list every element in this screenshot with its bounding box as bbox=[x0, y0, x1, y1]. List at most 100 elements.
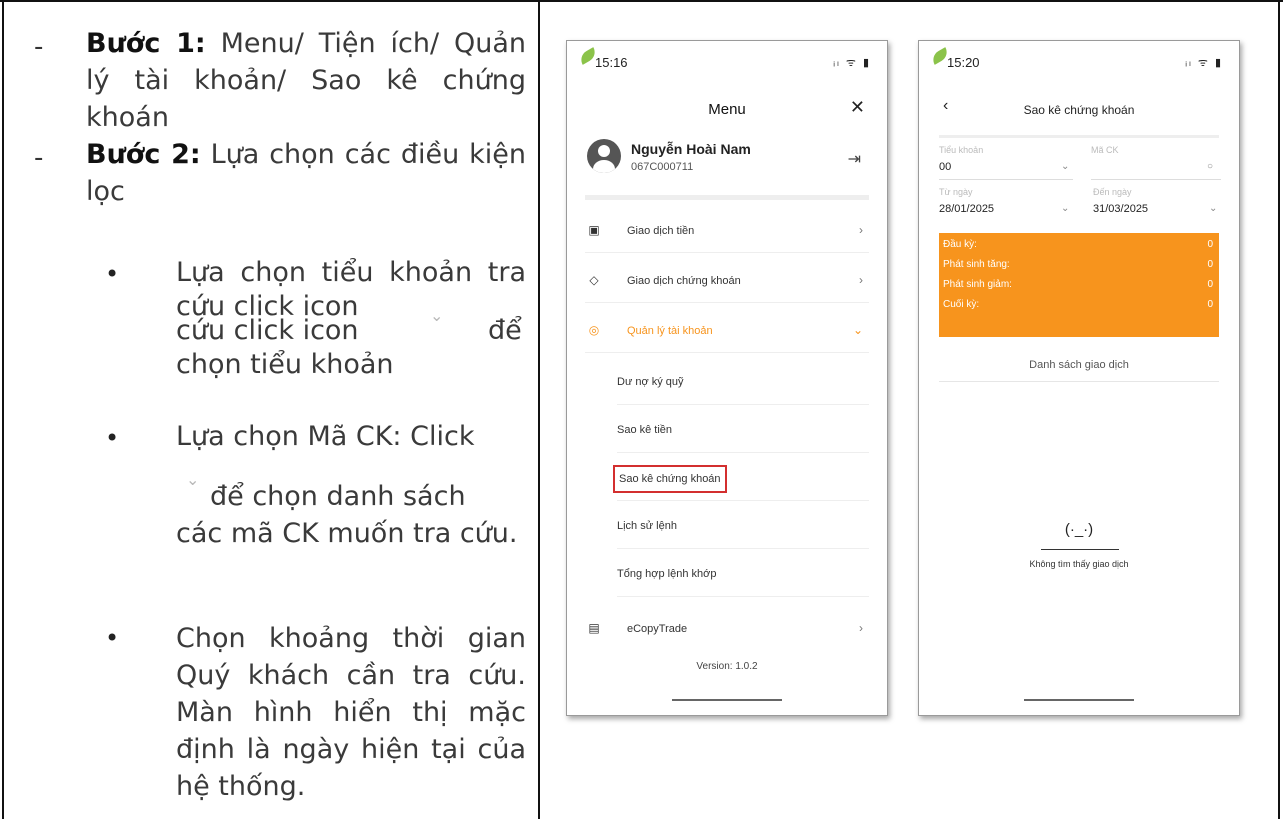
sub-account-label: Tiểu khoản bbox=[939, 145, 984, 155]
summary-value: 0 bbox=[1207, 279, 1213, 290]
screen-title: Sao kê chứng khoán bbox=[1023, 103, 1135, 117]
step-2-label: Bước 2: bbox=[86, 139, 201, 170]
step-2: Bước 2: Lựa chọn các điều kiện lọc bbox=[86, 136, 526, 210]
transaction-list-title: Danh sách giao dịch bbox=[1029, 359, 1129, 371]
instruction-column: - Bước 1: Menu/ Tiện ích/ Quản lý tài kh… bbox=[2, 2, 538, 819]
list-separator bbox=[939, 381, 1219, 382]
summary-value: 0 bbox=[1207, 299, 1213, 310]
symbol-label: Mã CK bbox=[1091, 145, 1119, 155]
menu-item-label: Giao dịch chứng khoán bbox=[627, 275, 741, 287]
bullet-dot: • bbox=[105, 624, 120, 652]
menu-item-giao-dich-tien[interactable]: ▣ Giao dịch tiền › bbox=[585, 209, 869, 253]
step-1-label: Bước 1: bbox=[86, 28, 206, 59]
close-icon[interactable]: ✕ bbox=[850, 97, 865, 118]
summary-value: 0 bbox=[1207, 239, 1213, 250]
signal-wifi-battery-icon: ᵢₗ ᯤ ▮ bbox=[833, 57, 871, 69]
sub-account-value[interactable]: 00 bbox=[939, 161, 951, 173]
symbol-underline bbox=[1091, 179, 1221, 180]
submenu-item-label-highlighted: Sao kê chứng khoán bbox=[613, 465, 727, 493]
bullet-dot: • bbox=[105, 424, 120, 452]
chevron-down-icon[interactable]: ⌄ bbox=[1209, 203, 1217, 214]
sub-account-underline bbox=[939, 179, 1073, 180]
menu-item-quan-ly-tai-khoan[interactable]: ◎ Quản lý tài khoản ⌄ bbox=[585, 309, 869, 353]
from-date-value[interactable]: 28/01/2025 bbox=[939, 203, 994, 215]
bullet-1-de: để bbox=[488, 315, 522, 346]
from-date-label: Từ ngày bbox=[939, 187, 973, 197]
signal-wifi-battery-icon: ᵢₗ ᯤ ▮ bbox=[1185, 57, 1223, 69]
menu-item-label: Quản lý tài khoản bbox=[627, 325, 713, 337]
app-version: Version: 1.0.2 bbox=[696, 661, 758, 672]
table-right-border bbox=[1278, 0, 1280, 819]
header-separator bbox=[939, 135, 1219, 138]
bullet-2-before: Lựa chọn Mã CK: Click bbox=[176, 421, 475, 452]
chevron-down-icon: ⌄ bbox=[430, 306, 444, 325]
bullet-2-after: để chọn danh sách bbox=[210, 478, 530, 515]
account-icon: ◎ bbox=[588, 323, 600, 337]
summary-label: Phát sinh tăng: bbox=[943, 259, 1010, 270]
submenu-item-sao-ke-tien[interactable]: Sao kê tiền bbox=[617, 407, 869, 453]
submenu-item-label: Lịch sử lệnh bbox=[617, 520, 677, 532]
summary-label: Phát sinh giảm: bbox=[943, 279, 1012, 290]
avatar-icon bbox=[587, 139, 621, 173]
bullet-1-cuu: cứu click icon bbox=[176, 315, 359, 346]
to-date-label: Đến ngày bbox=[1093, 187, 1132, 197]
table-middle-border bbox=[538, 0, 540, 819]
step-1: Bước 1: Menu/ Tiện ích/ Quản lý tài khoả… bbox=[86, 25, 526, 136]
summary-label: Cuối kỳ: bbox=[943, 299, 980, 310]
menu-item-giao-dich-chung-khoan[interactable]: ◇ Giao dịch chứng khoán › bbox=[585, 259, 869, 303]
menu-item-label: eCopyTrade bbox=[627, 623, 688, 635]
bullet-1-text-cont: cứu click icon bbox=[176, 314, 526, 348]
user-name: Nguyễn Hoài Nam bbox=[631, 141, 751, 157]
status-time: 15:20 bbox=[947, 55, 980, 70]
dash-marker: - bbox=[34, 143, 44, 173]
bullet-1-line2: cứu click icon bbox=[176, 314, 514, 348]
bullet-1-after: chọn tiểu khoản bbox=[176, 349, 394, 380]
chevron-down-icon: ⌄ bbox=[852, 323, 863, 337]
empty-state-icon: (·_·) bbox=[1064, 521, 1094, 538]
search-icon[interactable]: ○ bbox=[1207, 161, 1213, 172]
phone-menu-screenshot: 15:16 ᵢₗ ᯤ ▮ Menu ✕ Nguyễn Hoài Nam 067C… bbox=[566, 40, 888, 716]
summary-row: Phát sinh giảm: 0 bbox=[943, 279, 1213, 297]
submenu-item-sao-ke-chung-khoan[interactable]: Sao kê chứng khoán bbox=[613, 455, 869, 501]
logout-icon[interactable]: ⇥ bbox=[848, 149, 861, 169]
summary-row: Cuối kỳ: 0 bbox=[943, 299, 1213, 317]
wallet-icon: ▣ bbox=[588, 223, 600, 237]
chevron-down-icon: ⌄ bbox=[186, 470, 200, 489]
chevron-right-icon: › bbox=[859, 621, 863, 635]
status-bar: 15:20 ᵢₗ ᯤ ▮ bbox=[929, 47, 1223, 75]
status-bar: 15:16 ᵢₗ ᯤ ▮ bbox=[577, 47, 871, 75]
summary-row: Phát sinh tăng: 0 bbox=[943, 259, 1213, 277]
empty-state-underline bbox=[1041, 549, 1119, 550]
home-indicator bbox=[1024, 699, 1134, 701]
dash-marker: - bbox=[34, 32, 44, 62]
phone-statement-screenshot: 15:20 ᵢₗ ᯤ ▮ ‹ Sao kê chứng khoán Tiểu k… bbox=[918, 40, 1240, 716]
chevron-down-icon[interactable]: ⌄ bbox=[1061, 203, 1069, 214]
bullet-dot: • bbox=[105, 260, 120, 288]
document-icon: ▤ bbox=[588, 621, 600, 635]
summary-row: Đầu kỳ: 0 bbox=[943, 239, 1213, 257]
menu-item-ecopytrade[interactable]: ▤ eCopyTrade › bbox=[585, 607, 869, 651]
empty-state-text: Không tìm thấy giao dịch bbox=[1029, 559, 1129, 569]
chevron-right-icon: › bbox=[859, 223, 863, 237]
bullet-2-after-text: để chọn danh sách bbox=[210, 481, 466, 512]
submenu-item-label: Tổng hợp lệnh khớp bbox=[617, 568, 717, 580]
submenu-item-du-no-ky-quy[interactable]: Dư nợ ký quỹ bbox=[617, 359, 869, 405]
user-account: 067C000711 bbox=[631, 161, 694, 173]
status-time: 15:16 bbox=[595, 55, 628, 70]
submenu-item-tong-hop-lenh-khop[interactable]: Tổng hợp lệnh khớp bbox=[617, 551, 869, 597]
menu-title: Menu bbox=[708, 101, 746, 118]
bullet-2-after-cont: các mã CK muốn tra cứu. bbox=[176, 518, 518, 549]
menu-item-label: Giao dịch tiền bbox=[627, 225, 695, 237]
submenu-item-lich-su-lenh[interactable]: Lịch sử lệnh bbox=[617, 503, 869, 549]
to-date-value[interactable]: 31/03/2025 bbox=[1093, 203, 1148, 215]
summary-panel: Đầu kỳ: 0 Phát sinh tăng: 0 Phát sinh gi… bbox=[939, 233, 1219, 337]
chevron-right-icon: › bbox=[859, 273, 863, 287]
chevron-down-icon[interactable]: ⌄ bbox=[1061, 161, 1069, 172]
submenu-item-label: Sao kê tiền bbox=[617, 424, 673, 436]
submenu-item-label: Dư nợ ký quỹ bbox=[617, 376, 684, 388]
summary-label: Đầu kỳ: bbox=[943, 239, 977, 250]
profile-divider bbox=[585, 195, 869, 200]
home-indicator bbox=[672, 699, 782, 701]
bullet-1-before: Lựa chọn tiểu khoản tra cứu click icon bbox=[176, 257, 526, 322]
bullet-3-text: Chọn khoảng thời gian Quý khách cần tra … bbox=[176, 623, 526, 802]
